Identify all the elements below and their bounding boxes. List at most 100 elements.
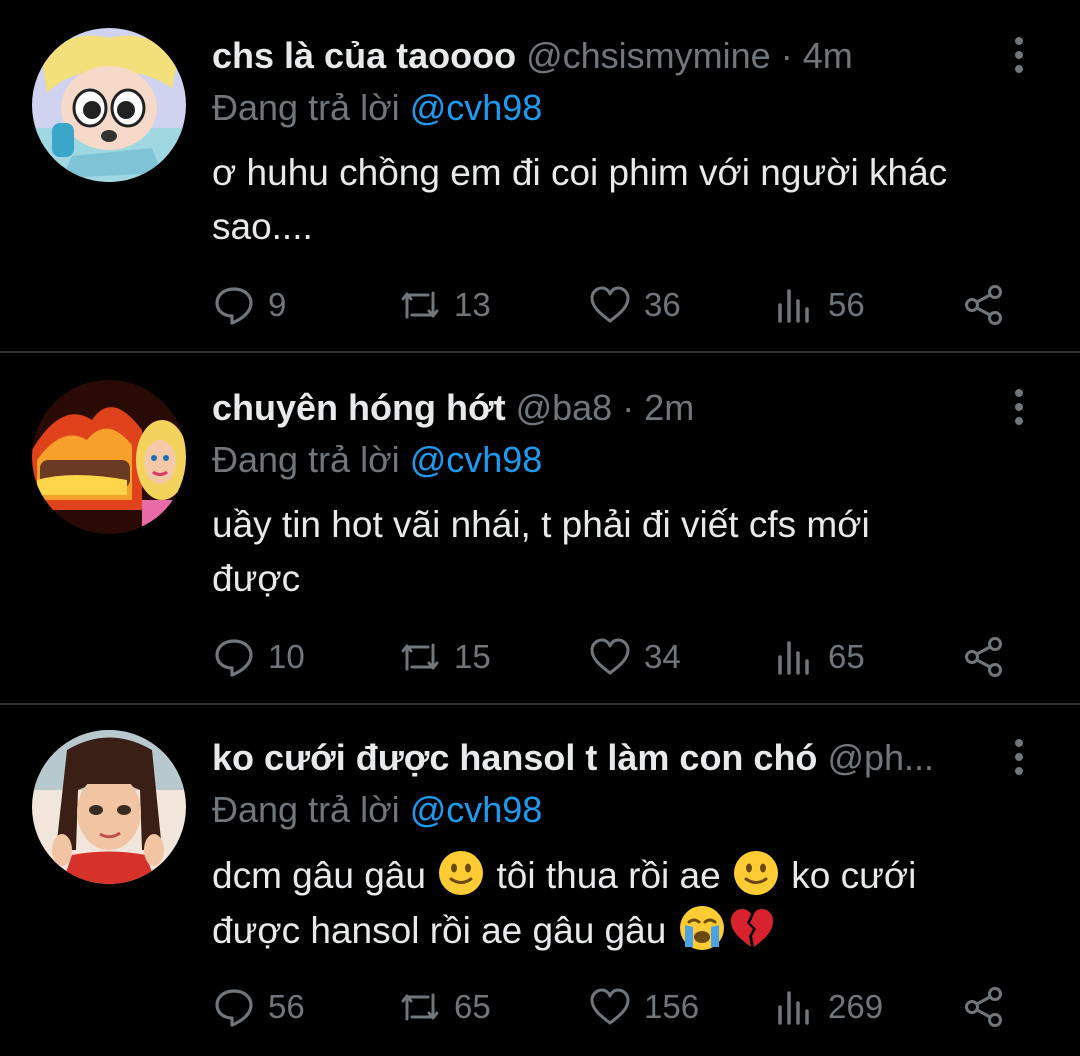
vertical-dots-icon bbox=[1015, 739, 1023, 775]
timestamp[interactable]: 4m bbox=[803, 35, 853, 76]
display-name[interactable]: chs là của taoooo bbox=[212, 35, 516, 76]
retweet-icon bbox=[401, 993, 439, 1021]
cartoon-girl-avatar-image bbox=[32, 28, 186, 182]
timestamp[interactable]: 2m bbox=[644, 387, 694, 428]
action-bar: 10 15 34 65 bbox=[212, 632, 1012, 682]
separator-dot: · bbox=[780, 35, 793, 76]
views-button[interactable]: 269 bbox=[772, 982, 883, 1032]
replying-to: Đang trả lời @cvh98 bbox=[212, 80, 542, 136]
like-count: 34 bbox=[644, 638, 681, 675]
tweet-header: chs là của taoooo @chsismymine · 4m bbox=[212, 28, 1002, 84]
tweet-text-line: dcm gâu gâu tôi thua rồi ae ko cưới bbox=[212, 848, 1052, 903]
mention-link[interactable]: @cvh98 bbox=[410, 87, 543, 128]
tweet-text-segment: được hansol rồi ae gâu gâu bbox=[212, 910, 667, 951]
bar-chart-icon bbox=[778, 289, 809, 323]
vertical-dots-icon bbox=[1015, 389, 1023, 425]
display-name[interactable]: ko cưới được hansol t làm con chó bbox=[212, 737, 817, 778]
display-name[interactable]: chuyên hóng hớt bbox=[212, 387, 506, 428]
replying-to-label: Đang trả lời bbox=[212, 789, 400, 830]
user-handle[interactable]: @ph... bbox=[827, 737, 934, 778]
broken-heart-emoji bbox=[730, 909, 773, 947]
reply-count: 9 bbox=[268, 286, 287, 323]
replying-to: Đang trả lời @cvh98 bbox=[212, 782, 542, 838]
retweet-icon bbox=[401, 291, 439, 319]
action-bar: 56 65 156 269 bbox=[212, 982, 1012, 1032]
mention-link[interactable]: @cvh98 bbox=[410, 789, 543, 830]
retweet-count: 65 bbox=[454, 988, 491, 1025]
burning-car-doll-avatar-image bbox=[32, 380, 186, 534]
views-button[interactable]: 65 bbox=[772, 632, 865, 682]
share-button[interactable] bbox=[962, 632, 1018, 682]
heart-icon bbox=[590, 638, 630, 675]
avatar[interactable] bbox=[32, 28, 186, 182]
speech-bubble-icon bbox=[215, 287, 253, 325]
user-handle[interactable]: @chsismymine bbox=[526, 35, 771, 76]
more-options-button[interactable] bbox=[1002, 732, 1036, 782]
tweet-text: ơ huhu chồng em đi coi phim với người kh… bbox=[212, 146, 1052, 254]
like-button[interactable]: 36 bbox=[588, 280, 681, 330]
tweet-3[interactable]: ko cưới được hansol t làm con chó @ph...… bbox=[0, 730, 1080, 1050]
retweet-icon bbox=[401, 643, 439, 671]
like-count: 36 bbox=[644, 286, 681, 323]
tweet-text-segment: tôi thua rồi ae bbox=[496, 855, 721, 896]
more-options-button[interactable] bbox=[1002, 30, 1036, 80]
user-handle[interactable]: @ba8 bbox=[516, 387, 613, 428]
action-bar: 9 13 36 56 bbox=[212, 280, 1012, 330]
tweet-text-line: sao.... bbox=[212, 206, 313, 247]
tweet-text-line: ơ huhu chồng em đi coi phim với người kh… bbox=[212, 152, 948, 193]
animated-character-avatar-image bbox=[32, 730, 186, 884]
mention-link[interactable]: @cvh98 bbox=[410, 439, 543, 480]
divider bbox=[0, 703, 1080, 705]
tweet-text-line: được hansol rồi ae gâu gâu bbox=[212, 903, 1052, 958]
tweet-header: chuyên hóng hớt @ba8 · 2m bbox=[212, 380, 1002, 436]
loudly-crying-face-emoji bbox=[679, 906, 724, 950]
like-button[interactable]: 34 bbox=[588, 632, 681, 682]
tweet-text: uầy tin hot vãi nhái, t phải đi viết cfs… bbox=[212, 498, 1052, 606]
reply-count: 10 bbox=[268, 638, 305, 675]
retweet-button[interactable]: 13 bbox=[398, 280, 491, 330]
avatar[interactable] bbox=[32, 380, 186, 534]
divider bbox=[0, 351, 1080, 353]
tweet-1[interactable]: chs là của taoooo @chsismymine · 4m Đang… bbox=[0, 28, 1080, 348]
replying-to-label: Đang trả lời bbox=[212, 439, 400, 480]
retweet-button[interactable]: 15 bbox=[398, 632, 491, 682]
vertical-dots-icon bbox=[1015, 37, 1023, 73]
heart-icon bbox=[590, 286, 630, 323]
view-count: 269 bbox=[828, 988, 884, 1025]
slightly-smiling-face-emoji bbox=[734, 851, 778, 895]
tweet-text: dcm gâu gâu tôi thua rồi ae ko cưới được… bbox=[212, 848, 1052, 958]
share-button[interactable] bbox=[962, 280, 1018, 330]
speech-bubble-icon bbox=[215, 989, 253, 1027]
tweet-text-segment: ko cưới bbox=[791, 855, 917, 896]
view-count: 56 bbox=[828, 286, 865, 323]
reply-button[interactable]: 56 bbox=[212, 982, 305, 1032]
more-options-button[interactable] bbox=[1002, 382, 1036, 432]
heart-icon bbox=[590, 988, 630, 1025]
retweet-button[interactable]: 65 bbox=[398, 982, 491, 1032]
share-icon bbox=[965, 285, 1002, 325]
bar-chart-icon bbox=[778, 991, 809, 1025]
like-count: 156 bbox=[644, 988, 700, 1025]
tweet-text-line: được bbox=[212, 558, 301, 599]
tweet-2[interactable]: chuyên hóng hớt @ba8 · 2m Đang trả lời @… bbox=[0, 380, 1080, 700]
tweet-header: ko cưới được hansol t làm con chó @ph... bbox=[212, 730, 994, 786]
reply-button[interactable]: 9 bbox=[212, 280, 286, 330]
reply-button[interactable]: 10 bbox=[212, 632, 305, 682]
replying-to-label: Đang trả lời bbox=[212, 87, 400, 128]
retweet-count: 13 bbox=[454, 286, 491, 323]
views-button[interactable]: 56 bbox=[772, 280, 865, 330]
tweet-text-segment: dcm gâu gâu bbox=[212, 855, 426, 896]
reply-count: 56 bbox=[268, 988, 305, 1025]
like-button[interactable]: 156 bbox=[588, 982, 699, 1032]
replying-to: Đang trả lời @cvh98 bbox=[212, 432, 542, 488]
slightly-smiling-face-emoji bbox=[439, 851, 484, 895]
retweet-count: 15 bbox=[454, 638, 491, 675]
share-icon bbox=[965, 637, 1002, 677]
share-icon bbox=[965, 987, 1002, 1027]
view-count: 65 bbox=[828, 638, 865, 675]
speech-bubble-icon bbox=[215, 639, 253, 677]
tweet-text-line: uầy tin hot vãi nhái, t phải đi viết cfs… bbox=[212, 504, 870, 545]
avatar[interactable] bbox=[32, 730, 186, 884]
separator-dot: · bbox=[622, 387, 635, 428]
share-button[interactable] bbox=[962, 982, 1018, 1032]
